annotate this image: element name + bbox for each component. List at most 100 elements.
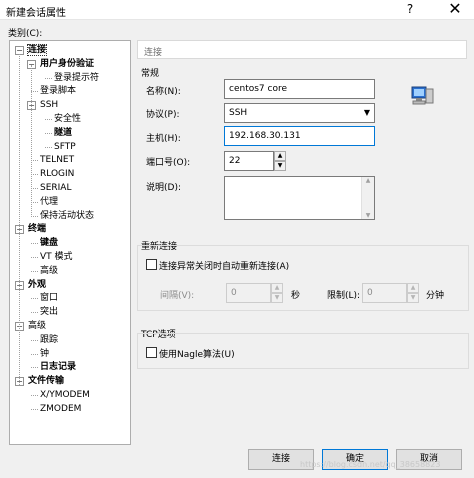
breadcrumb-text: 连接 <box>144 48 163 58</box>
tree-item-label: 文件传输 <box>28 376 65 387</box>
tree-item-label: 日志记录 <box>40 362 77 373</box>
tree-item[interactable]: 终端 <box>28 223 46 236</box>
tree-item[interactable]: 外观 <box>28 279 46 292</box>
tree-item-label: TELNET <box>40 155 75 166</box>
scroll-down-icon[interactable]: ▼ <box>362 212 374 219</box>
port-input[interactable]: 22 <box>224 151 274 171</box>
tree-connector <box>31 270 38 272</box>
interval-unit: 秒 <box>291 291 301 301</box>
chevron-down-icon: ▼ <box>363 108 370 117</box>
tree-connector <box>45 132 52 134</box>
nagle-label: 使用Nagle算法(U) <box>159 350 235 360</box>
tree-connector <box>31 174 38 176</box>
tree-connector <box>31 257 38 258</box>
name-input[interactable]: centos7 core <box>224 79 375 99</box>
tree-connector <box>45 146 52 148</box>
scroll-up-icon[interactable]: ▲ <box>362 177 374 184</box>
tree-item[interactable]: VT 模式 <box>40 251 73 264</box>
tree-item[interactable]: TELNET <box>40 154 74 167</box>
tree-item[interactable]: 窗口 <box>40 292 58 305</box>
tree-item-label: 终端 <box>28 224 47 235</box>
port-spinner[interactable]: ▲ ▼ <box>274 151 286 171</box>
host-input[interactable]: 192.168.30.131 <box>224 126 375 146</box>
protocol-select[interactable]: SSH ▼ <box>224 103 375 123</box>
tree-item[interactable]: X/YMODEM <box>40 389 90 402</box>
tree-item[interactable]: 隧道 <box>54 127 72 140</box>
interval-input[interactable]: 0 <box>226 283 271 303</box>
tree-item-label: SFTP <box>54 141 76 152</box>
tree-item[interactable]: 高级 <box>28 320 46 333</box>
tree-item-label: SSH <box>40 100 59 111</box>
tree-item[interactable]: RLOGIN <box>40 168 74 181</box>
reconnect-group <box>137 245 469 311</box>
tree-item[interactable]: 日志记录 <box>40 361 76 374</box>
tree-item-label: 跟踪 <box>40 334 59 345</box>
watermark: https://blog.csdn.net/qq_38658823 <box>300 460 441 469</box>
spin-down-icon[interactable]: ▼ <box>407 293 419 303</box>
tree-item-label: 代理 <box>40 196 59 207</box>
limit-spinner[interactable]: ▲ ▼ <box>407 283 419 303</box>
tree-connector <box>31 312 38 314</box>
tree-item[interactable]: 突出 <box>40 306 58 319</box>
window-title: 新建会话属性 <box>6 8 66 19</box>
tree-item-label: 高级 <box>40 265 59 276</box>
tree-connector <box>31 339 38 341</box>
tree-connector <box>31 215 38 217</box>
spin-down-icon[interactable]: ▼ <box>274 161 286 171</box>
tree-item[interactable]: SERIAL <box>40 182 71 195</box>
tree-item[interactable]: 安全性 <box>54 113 81 126</box>
tree-item-label: 登录提示符 <box>54 72 100 83</box>
description-scrollbar[interactable]: ▲ ▼ <box>361 177 374 219</box>
spin-up-icon[interactable]: ▲ <box>271 283 283 293</box>
auto-reconnect-label: 连接异常关闭时自动重新连接(A) <box>159 262 290 272</box>
tree-item-label: 登录脚本 <box>40 86 77 97</box>
tree-item-label: 安全性 <box>54 114 82 124</box>
close-button[interactable]: ✕ <box>436 0 474 20</box>
tree-item-label: 保持活动状态 <box>40 210 95 221</box>
tree-item[interactable]: 跟踪 <box>40 334 58 347</box>
spin-down-icon[interactable]: ▼ <box>271 293 283 303</box>
tree-connector <box>31 298 38 300</box>
tree-item-label: ZMODEM <box>40 403 82 414</box>
tree-item[interactable]: ZMODEM <box>40 403 81 416</box>
tree-connector <box>45 119 52 120</box>
tree-item-label: 用户身份验证 <box>40 58 95 69</box>
tree-item[interactable]: 钟 <box>40 348 49 361</box>
protocol-label: 协议(P): <box>146 110 180 120</box>
limit-label: 限制(L): <box>327 291 361 301</box>
computer-icon <box>410 83 434 107</box>
tree-item-label: 窗口 <box>40 293 59 304</box>
tree-connector <box>31 395 38 396</box>
tree-item[interactable]: 高级 <box>40 265 58 278</box>
help-button[interactable]: ? <box>400 2 420 18</box>
tree-item[interactable]: 保持活动状态 <box>40 210 94 223</box>
category-label: 类别(C): <box>8 29 43 39</box>
tree-item-label: RLOGIN <box>40 169 75 180</box>
tree-item[interactable]: 登录提示符 <box>54 72 99 85</box>
name-label: 名称(N): <box>146 87 181 97</box>
limit-input[interactable]: 0 <box>362 283 407 303</box>
tree-item[interactable]: 用户身份验证 <box>40 58 94 71</box>
spin-up-icon[interactable]: ▲ <box>407 283 419 293</box>
auto-reconnect-checkbox[interactable] <box>146 259 157 270</box>
tree-item[interactable]: 登录脚本 <box>40 85 76 98</box>
tree-item-label: 外观 <box>28 279 47 290</box>
tree-connector <box>31 353 38 355</box>
category-tree[interactable]: − 连接 − 用户身份验证 登录提示符 登录脚本 − SSH 安全性 隧道 SFTP TELNET RL… <box>9 40 131 445</box>
tree-item[interactable]: SSH <box>40 99 58 112</box>
tree-item-label: X/YMODEM <box>40 390 90 400</box>
description-textarea[interactable]: ▲ ▼ <box>224 176 375 220</box>
nagle-checkbox[interactable] <box>146 347 157 358</box>
tree-item-label: 高级 <box>28 321 47 331</box>
tree-item[interactable]: 连接 <box>26 44 48 57</box>
spin-up-icon[interactable]: ▲ <box>274 151 286 161</box>
tree-item[interactable]: SFTP <box>54 141 76 154</box>
tree-item[interactable]: 键盘 <box>40 237 58 250</box>
interval-spinner[interactable]: ▲ ▼ <box>271 283 283 303</box>
tree-item-label: SERIAL <box>40 183 72 193</box>
tree-item[interactable]: 文件传输 <box>28 375 64 388</box>
host-label: 主机(H): <box>146 134 181 144</box>
port-label: 端口号(O): <box>146 158 191 168</box>
tree-connector <box>31 408 38 410</box>
tree-item[interactable]: 代理 <box>40 196 58 209</box>
